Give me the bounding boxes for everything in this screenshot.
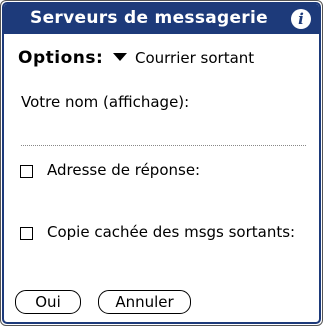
bcc-outgoing-checkbox[interactable] xyxy=(20,227,33,240)
dialog-title: Serveurs de messagerie xyxy=(30,8,268,28)
cancel-button[interactable]: Annuler xyxy=(98,290,191,314)
options-dropdown[interactable]: Courrier sortant xyxy=(113,49,254,67)
display-name-label: Votre nom (affichage): xyxy=(21,93,190,111)
ok-button[interactable]: Oui xyxy=(15,290,81,314)
bcc-outgoing-label: Copie cachée des msgs sortants: xyxy=(47,223,296,241)
mail-servers-dialog: Serveurs de messagerie i Options: Courri… xyxy=(0,0,323,326)
options-selected-value: Courrier sortant xyxy=(135,49,255,67)
options-label: Options: xyxy=(18,48,104,68)
title-bar: Serveurs de messagerie i xyxy=(4,4,319,34)
reply-address-checkbox[interactable] xyxy=(20,165,33,178)
info-icon[interactable]: i xyxy=(291,9,311,29)
reply-address-label: Adresse de réponse: xyxy=(47,161,201,179)
display-name-field[interactable] xyxy=(21,135,306,146)
dropdown-triangle-icon xyxy=(113,52,127,61)
